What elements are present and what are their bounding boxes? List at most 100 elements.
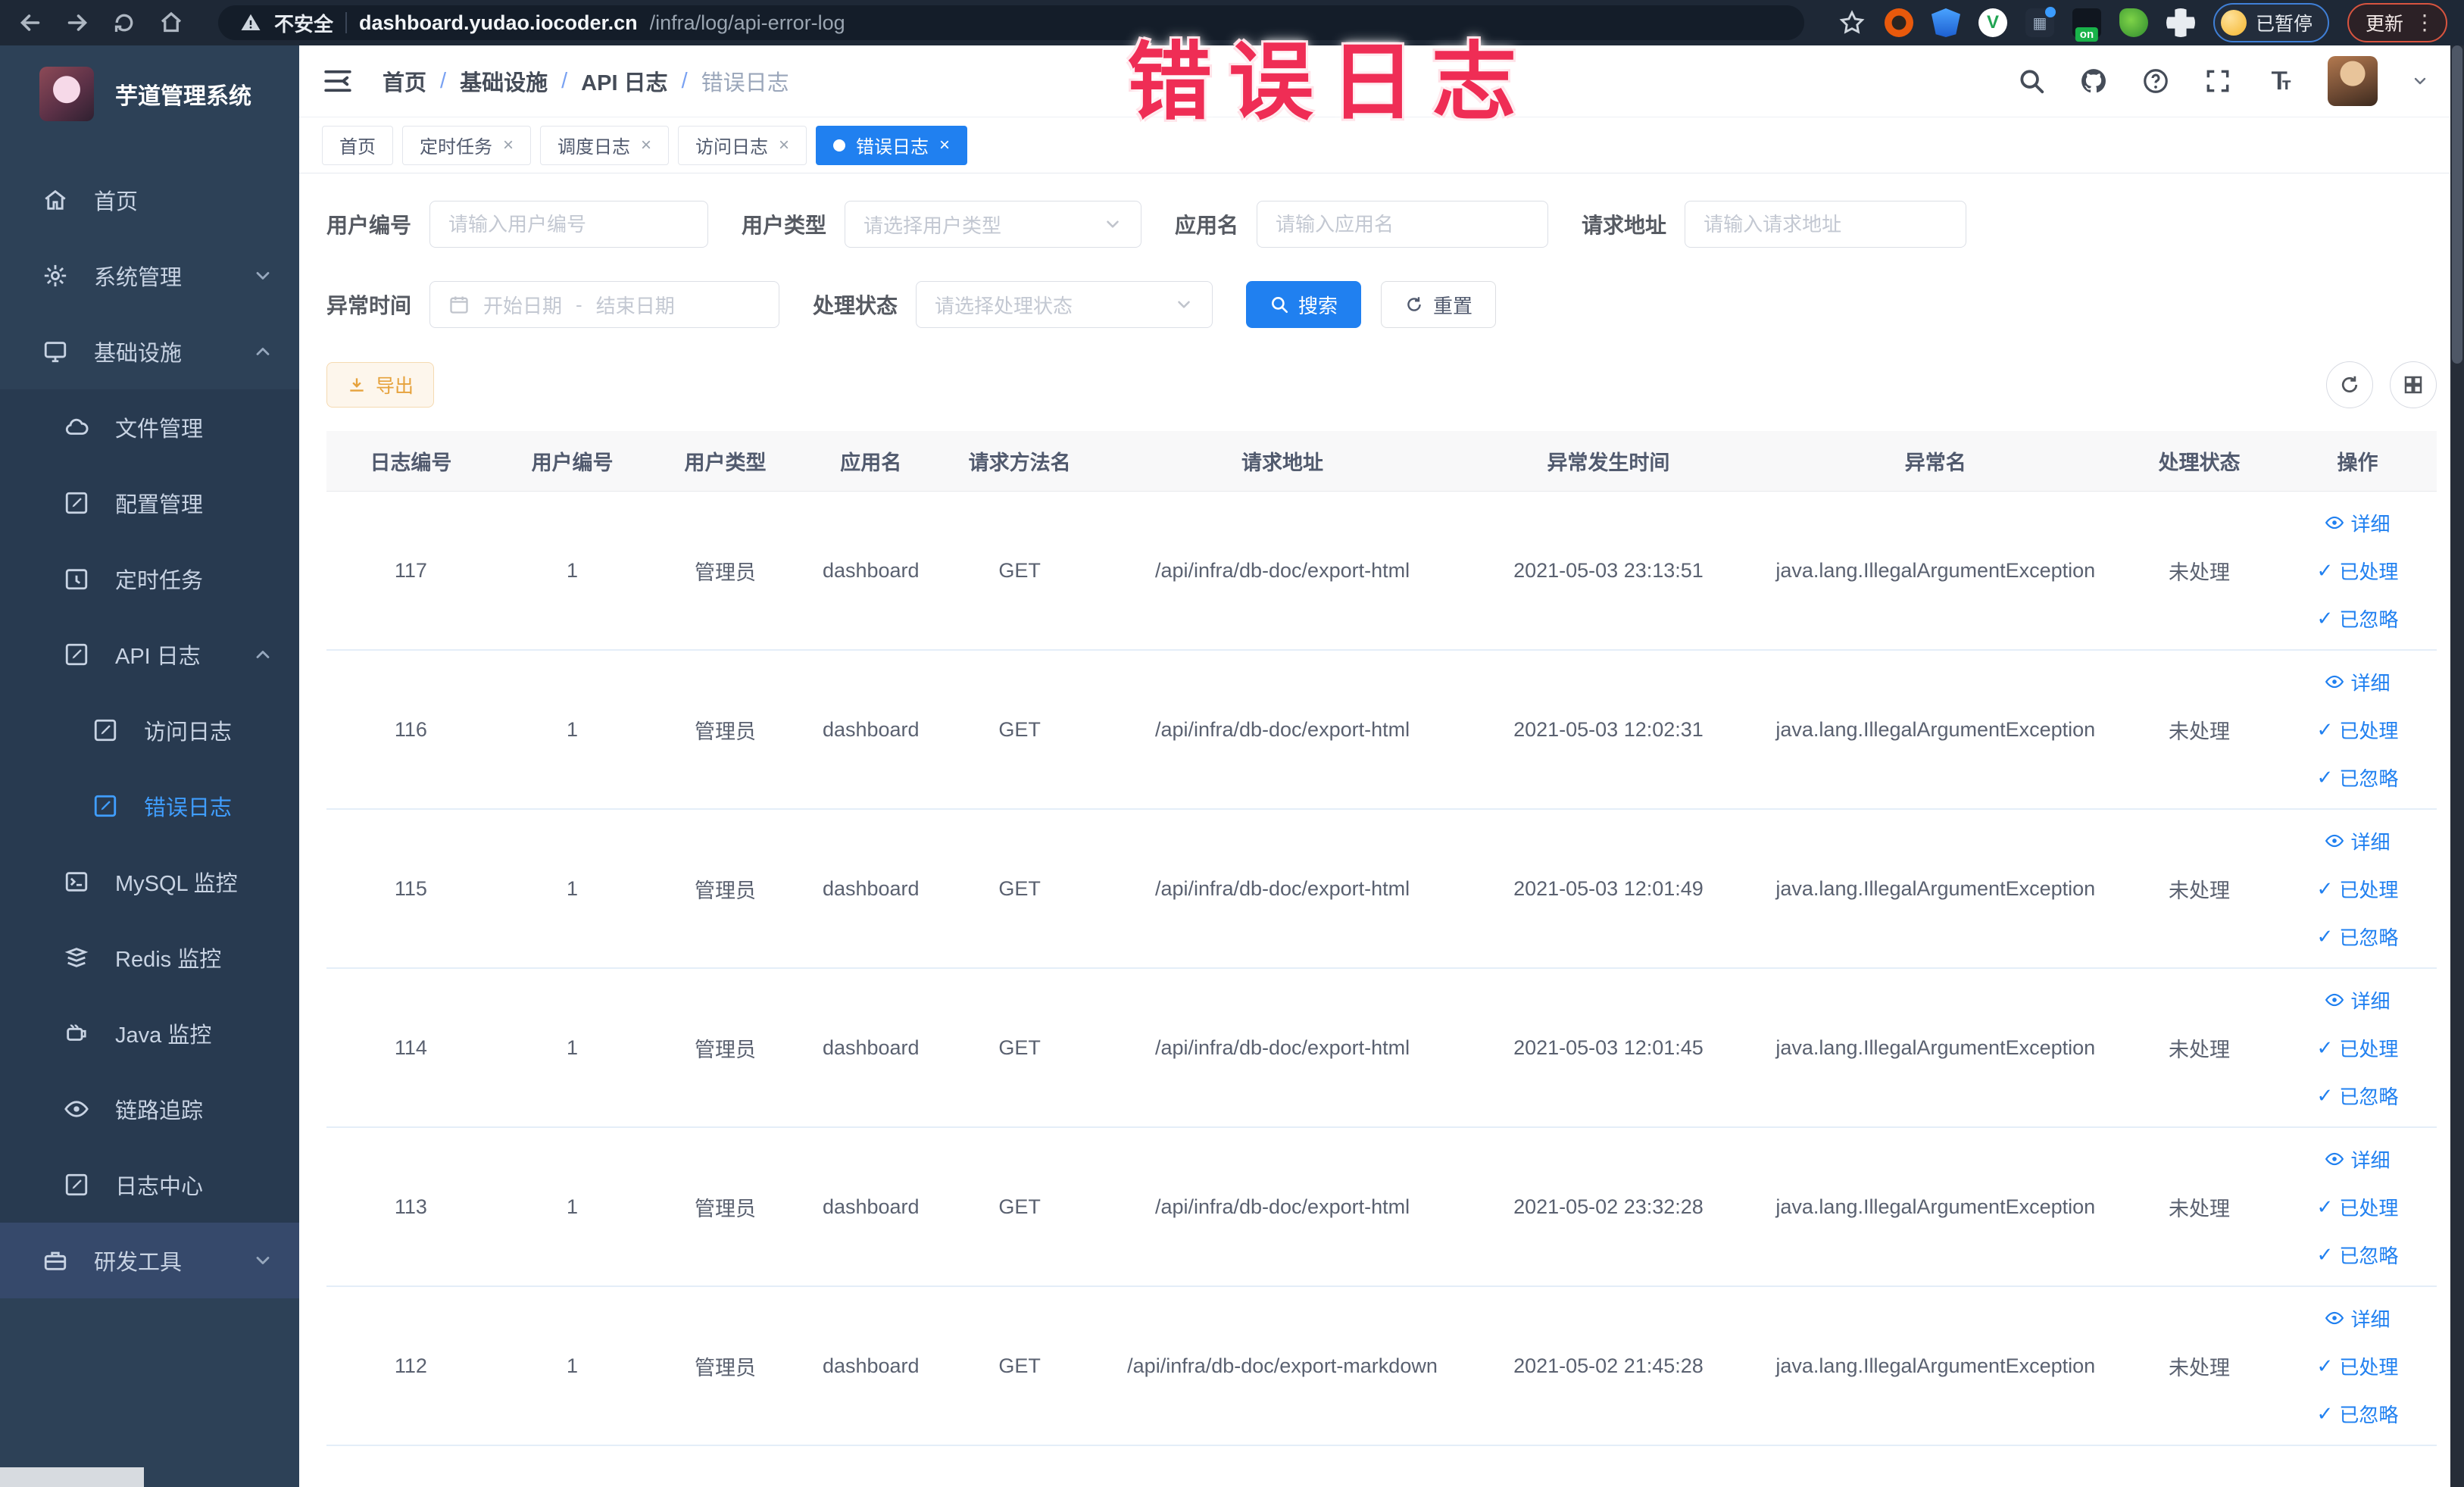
mark-ignored-link[interactable]: ✓ 已忽略: [2317, 764, 2399, 792]
reload-icon[interactable]: [111, 9, 138, 36]
breadcrumb-api-logs[interactable]: API 日志: [581, 65, 667, 97]
detail-link[interactable]: 详细: [2325, 986, 2390, 1014]
search-icon[interactable]: [2017, 67, 2046, 95]
mark-ignored-link[interactable]: ✓ 已忽略: [2317, 1241, 2399, 1269]
extensions-puzzle-icon[interactable]: [2166, 8, 2195, 37]
close-icon[interactable]: ×: [779, 135, 789, 156]
close-icon[interactable]: ×: [641, 135, 651, 156]
sidebar-item-home[interactable]: 首页: [0, 162, 299, 238]
table-row: 112 1 管理员 dashboard GET /api/infra/db-do…: [326, 1287, 2437, 1446]
extension-orange-icon[interactable]: [1884, 8, 1913, 37]
column-settings-button[interactable]: [2390, 361, 2437, 408]
fullscreen-icon[interactable]: [2203, 67, 2232, 95]
access-log-icon: [92, 717, 118, 743]
breadcrumb-infrastructure[interactable]: 基础设施: [460, 65, 548, 97]
sidebar-item-devtools[interactable]: 研发工具: [0, 1223, 299, 1298]
close-icon[interactable]: ×: [503, 135, 514, 156]
window-scrollbar[interactable]: [2450, 45, 2464, 1487]
user-avatar[interactable]: [2328, 56, 2378, 106]
github-icon[interactable]: [2079, 67, 2108, 95]
browser-menu-icon[interactable]: ⋮: [2414, 12, 2435, 33]
profile-paused-badge[interactable]: 已暂停: [2213, 3, 2329, 42]
browser-home-icon[interactable]: [158, 9, 185, 36]
status-badge: 未处理: [2169, 720, 2231, 743]
sidebar-item-config-management[interactable]: 配置管理: [0, 465, 299, 541]
date-range-picker[interactable]: 开始日期 - 结束日期: [429, 281, 780, 328]
sidebar-item-redis-monitor[interactable]: Redis 监控: [0, 920, 299, 995]
mark-ignored-link[interactable]: ✓ 已忽略: [2317, 604, 2399, 633]
browser-update-button[interactable]: 更新 ⋮: [2347, 3, 2447, 42]
sidebar-item-java-monitor[interactable]: Java 监控: [0, 995, 299, 1071]
mark-ignored-link[interactable]: ✓ 已忽略: [2317, 923, 2399, 951]
extension-grid-icon[interactable]: ▦: [2025, 7, 2056, 37]
reset-button[interactable]: 重置: [1381, 281, 1497, 328]
mark-ignored-link[interactable]: ✓ 已忽略: [2317, 1400, 2399, 1428]
sidebar-item-file-management[interactable]: 文件管理: [0, 389, 299, 465]
back-icon[interactable]: [17, 9, 44, 36]
scrollbar-thumb[interactable]: [2452, 45, 2462, 364]
user-id-input[interactable]: [429, 201, 709, 248]
mark-processed-link[interactable]: ✓ 已处理: [2317, 875, 2399, 903]
mark-processed-link[interactable]: ✓ 已处理: [2317, 1352, 2399, 1380]
extension-switch-icon[interactable]: on: [2072, 8, 2101, 42]
check-icon: ✓: [2316, 1354, 2334, 1377]
detail-link[interactable]: 详细: [2325, 1145, 2390, 1173]
breadcrumb-separator: /: [681, 68, 688, 93]
tab-schedule-log[interactable]: 调度日志 ×: [540, 125, 670, 165]
user-type-select[interactable]: 请选择用户类型: [845, 201, 1142, 248]
sidebar-item-mysql-monitor[interactable]: MySQL 监控: [0, 844, 299, 920]
tab-access-log[interactable]: 访问日志 ×: [678, 125, 807, 165]
app-name-input[interactable]: [1257, 201, 1549, 248]
sidebar-item-log-center[interactable]: 日志中心: [0, 1147, 299, 1223]
mark-processed-link[interactable]: ✓ 已处理: [2317, 557, 2399, 585]
check-icon: ✓: [2316, 717, 2334, 741]
avatar-caret-down-icon[interactable]: [2411, 72, 2429, 90]
sidebar-item-api-logs[interactable]: API 日志: [0, 617, 299, 692]
eye-icon: [2325, 831, 2344, 851]
sidebar-item-trace[interactable]: 链路追踪: [0, 1071, 299, 1147]
mark-processed-link[interactable]: ✓ 已处理: [2317, 1034, 2399, 1062]
font-size-icon[interactable]: [2266, 67, 2294, 95]
mark-processed-link[interactable]: ✓ 已处理: [2317, 1193, 2399, 1221]
sidebar-item-scheduled-tasks[interactable]: 定时任务: [0, 541, 299, 617]
process-status-select[interactable]: 请选择处理状态: [916, 281, 1213, 328]
eye-icon: [64, 1096, 89, 1122]
refresh-table-button[interactable]: [2326, 361, 2373, 408]
help-icon[interactable]: [2141, 67, 2170, 95]
request-url-input[interactable]: [1685, 201, 1967, 248]
sidebar-collapse-icon[interactable]: [322, 65, 354, 97]
tab-error-log[interactable]: 错误日志 ×: [816, 125, 968, 165]
app-logo: [39, 67, 94, 121]
gear-icon: [42, 263, 68, 289]
sidebar-item-system[interactable]: 系统管理: [0, 238, 299, 314]
address-bar[interactable]: 不安全 dashboard.yudao.iocoder.cn/infra/log…: [218, 5, 1804, 40]
mark-processed-link[interactable]: ✓ 已处理: [2317, 716, 2399, 744]
search-button[interactable]: 搜索: [1246, 281, 1362, 328]
check-icon: ✓: [2316, 765, 2334, 789]
detail-link[interactable]: 详细: [2325, 1304, 2390, 1332]
mark-ignored-link[interactable]: ✓ 已忽略: [2317, 1082, 2399, 1110]
detail-link[interactable]: 详细: [2325, 827, 2390, 855]
extension-shield-icon[interactable]: [1931, 8, 1960, 37]
extension-leaf-icon[interactable]: [2119, 8, 2148, 37]
extension-v-icon[interactable]: V: [1978, 8, 2007, 37]
app-logo-row[interactable]: 芋道管理系统: [0, 45, 299, 129]
forward-icon[interactable]: [64, 9, 91, 36]
download-icon: [347, 375, 367, 395]
close-icon[interactable]: ×: [939, 135, 950, 156]
refresh-icon: [2338, 373, 2361, 396]
row-actions: 详细 ✓ 已处理 ✓ 已忽略: [2278, 1304, 2437, 1428]
filter-process-status: 处理状态 请选择处理状态: [813, 281, 1213, 328]
sidebar-item-access-log[interactable]: 访问日志: [0, 692, 299, 768]
row-actions: 详细 ✓ 已处理 ✓ 已忽略: [2278, 668, 2437, 792]
sidebar-item-infrastructure[interactable]: 基础设施: [0, 314, 299, 389]
sidebar-item-error-log[interactable]: 错误日志: [0, 768, 299, 844]
tab-scheduled-tasks[interactable]: 定时任务 ×: [402, 125, 532, 165]
export-button[interactable]: 导出: [326, 362, 435, 408]
tab-home[interactable]: 首页: [322, 125, 393, 165]
detail-link[interactable]: 详细: [2325, 668, 2390, 696]
bookmark-star-icon[interactable]: [1838, 8, 1866, 37]
breadcrumb-home[interactable]: 首页: [383, 65, 426, 97]
detail-link[interactable]: 详细: [2325, 509, 2390, 537]
check-icon: ✓: [2316, 558, 2334, 582]
